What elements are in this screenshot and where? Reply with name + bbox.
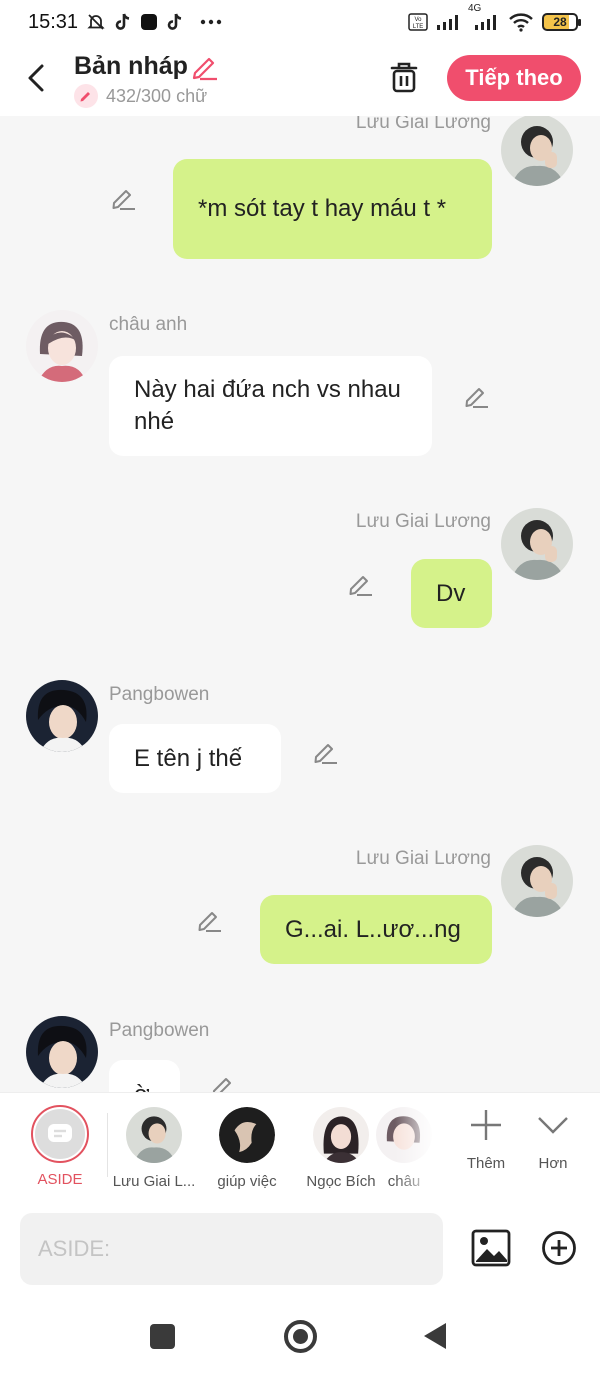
message-bubble[interactable]: Này hai đứa nch vs nhau nhé [109,356,432,456]
back-triangle-icon[interactable] [424,1323,446,1349]
sender-name: Lưu Giai Lương [355,116,491,133]
sender-name: Pangbowen [109,1020,210,1041]
page-title: Bản nháp [74,52,188,80]
divider [107,1113,108,1177]
edit-title-button[interactable] [190,52,220,87]
tiktok-icon [114,12,132,32]
sender-name: Lưu Giai Lương [355,511,491,532]
header: Bản nháp 432/300 chữ Tiếp theo [0,44,600,116]
pencil-icon [212,1078,231,1092]
chevron-down-icon [538,1117,568,1134]
pencil-icon [192,57,217,81]
character-item[interactable]: Lưu Giai L... [109,1103,199,1190]
avatar[interactable] [501,845,573,917]
pencil-icon [112,190,135,210]
message-input[interactable] [20,1213,443,1285]
signal-icon [436,13,462,31]
back-button[interactable] [24,60,50,96]
avatar [313,1107,369,1163]
wifi-icon [508,12,534,32]
chevron-left-icon [28,64,44,92]
edit-message-button[interactable] [210,1072,238,1092]
input-bar [0,1202,600,1300]
avatar[interactable] [26,680,98,752]
scroll-fade [395,1093,445,1203]
aside-avatar [31,1105,89,1163]
pencil-badge-icon [74,84,98,108]
add-button[interactable] [541,1230,577,1271]
message-bubble[interactable]: G...ai. L..ươ...ng [260,895,492,964]
edit-message-button[interactable] [110,184,138,212]
character-bar: ASIDE Lưu Giai L... giúp việc Ngọc Bích … [0,1092,600,1203]
chat-bubble-icon [48,1124,72,1142]
character-label: Lưu Giai L... [112,1173,196,1190]
chat-area[interactable]: Lưu Giai Lương *m sót tay t hay máu t * … [0,116,600,1092]
plus-circle-icon [542,1231,576,1265]
mute-icon [86,12,106,32]
more-dots-icon [200,19,222,25]
edit-message-button[interactable] [196,906,224,934]
edit-message-button[interactable] [347,570,375,598]
more-label: Hơn [538,1155,568,1172]
status-bar: 15:31 Vo LTE 4G 28 [0,0,600,44]
app-icon [140,13,158,31]
recent-apps-icon[interactable] [150,1324,175,1349]
insert-image-button[interactable] [471,1229,511,1272]
message-bubble[interactable]: Dv [411,559,492,628]
image-icon [471,1229,511,1267]
trash-icon [390,62,418,93]
tiktok-icon [166,12,184,32]
message-bubble[interactable]: *m sót tay t hay máu t * [173,159,492,259]
sender-name: Lưu Giai Lương [355,848,491,869]
battery-level: 28 [553,15,567,29]
delete-button[interactable] [388,60,420,99]
home-icon[interactable] [284,1320,317,1353]
avatar[interactable] [26,1016,98,1088]
pencil-icon [349,576,372,596]
character-aside[interactable]: ASIDE [15,1103,105,1188]
character-item[interactable]: Ngọc Bích [296,1103,386,1190]
avatar [126,1107,182,1163]
edit-message-button[interactable] [463,382,491,410]
svg-text:LTE: LTE [413,24,424,30]
pencil-icon [314,744,337,764]
avatar[interactable] [501,116,573,186]
volte-icon: Vo LTE [408,13,428,31]
sender-name: châu anh [109,314,188,335]
word-count: 432/300 chữ [74,84,207,108]
system-nav-bar [0,1300,600,1375]
svg-text:Vo: Vo [414,17,422,23]
character-label: giúp việc [217,1173,277,1190]
pencil-icon [465,388,488,408]
character-label: ASIDE [37,1171,83,1188]
avatar[interactable] [501,508,573,580]
plus-icon [471,1110,501,1140]
word-count-text: 432/300 chữ [106,85,208,106]
signal-4g-icon: 4G [468,3,500,31]
battery-icon: 28 [542,13,581,31]
message-bubble[interactable]: ờ [109,1060,180,1092]
avatar[interactable] [26,310,98,382]
more-button[interactable]: Hơn [508,1103,598,1172]
sender-name: Pangbowen [109,684,210,705]
character-item[interactable]: giúp việc [202,1103,292,1190]
character-label: Ngọc Bích [306,1173,376,1190]
next-button[interactable]: Tiếp theo [447,55,581,101]
network-label: 4G [468,3,482,14]
avatar [219,1107,275,1163]
status-time: 15:31 [28,10,79,33]
pencil-icon [198,912,221,932]
message-bubble[interactable]: E tên j thế [109,724,281,793]
edit-message-button[interactable] [312,738,340,766]
